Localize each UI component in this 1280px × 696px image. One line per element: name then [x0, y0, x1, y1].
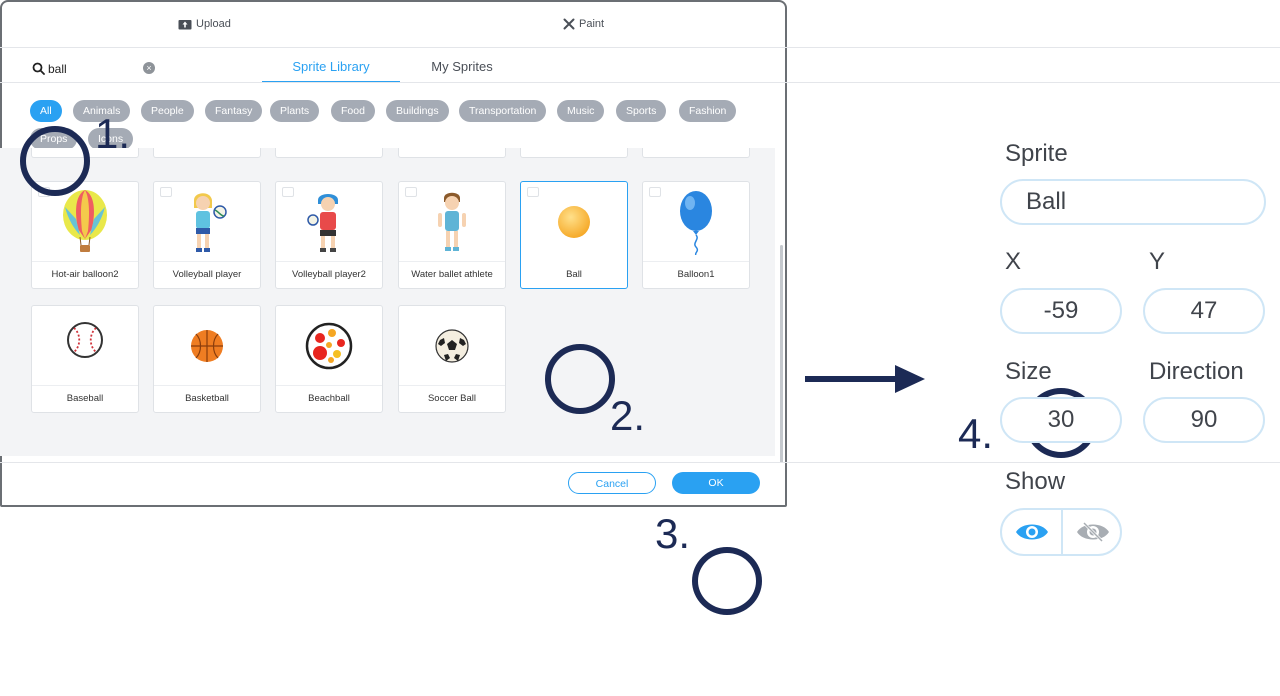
- ball-icon: [558, 206, 590, 238]
- category-all[interactable]: All: [30, 100, 62, 122]
- category-sports[interactable]: Sports: [616, 100, 667, 122]
- sprite-card-hot-air-balloon2[interactable]: Hot-air balloon2: [31, 181, 139, 289]
- clear-search-icon[interactable]: ×: [143, 62, 155, 74]
- upload-label: Upload: [196, 18, 231, 30]
- category-food[interactable]: Food: [331, 100, 375, 122]
- cancel-button[interactable]: Cancel: [568, 472, 656, 494]
- sprite-library-dialog: Upload Paint × Sprite Library My Sprites…: [0, 0, 1280, 507]
- sprite-label: Basketball: [154, 385, 260, 412]
- sprite-card-basketball[interactable]: Basketball: [153, 305, 261, 413]
- search-icon: [32, 62, 45, 75]
- balloon-icon: [680, 191, 712, 255]
- volleyball-player-icon: [194, 193, 227, 252]
- direction-label: Direction: [1149, 358, 1244, 385]
- search-box[interactable]: ×: [28, 57, 158, 81]
- show-visible-button[interactable]: [1002, 510, 1061, 554]
- sprite-label: Ball: [566, 269, 582, 280]
- category-transportation[interactable]: Transportation: [459, 100, 547, 122]
- sprite-card-water-ballet-athlete[interactable]: Water ballet athlete: [398, 181, 506, 289]
- sprite-card-partial[interactable]: [153, 148, 261, 158]
- size-label: Size: [1005, 358, 1052, 385]
- size-field[interactable]: 30: [1000, 397, 1122, 443]
- hot-air-balloon-icon: [63, 190, 107, 252]
- sprite-card-soccer-ball[interactable]: Soccer Ball: [398, 305, 506, 413]
- sprite-card-volleyball-player2[interactable]: Volleyball player2: [275, 181, 383, 289]
- ok-button[interactable]: OK: [672, 472, 760, 494]
- sprite-card-partial[interactable]: [642, 148, 750, 158]
- upload-icon: [178, 20, 192, 30]
- arrow-shaft: [805, 376, 900, 382]
- category-fashion[interactable]: Fashion: [679, 100, 737, 122]
- sprite-card-partial[interactable]: [520, 148, 628, 158]
- sprite-card-partial[interactable]: [275, 148, 383, 158]
- arrow-right-icon: [895, 365, 925, 393]
- annotation-ring-1: [20, 126, 90, 196]
- step-label-2: 2.: [610, 392, 646, 439]
- volleyball-player2-icon: [307, 194, 338, 252]
- search-input[interactable]: [48, 60, 128, 78]
- sprite-card-partial[interactable]: [398, 148, 506, 158]
- annotation-ring-3: [692, 547, 762, 615]
- soccer-ball-icon: [435, 329, 469, 363]
- category-fantasy[interactable]: Fantasy: [205, 100, 263, 122]
- sprite-card-balloon1[interactable]: Balloon1: [642, 181, 750, 289]
- step-label-4: 4.: [958, 410, 994, 457]
- sprite-card-volleyball-player[interactable]: Volleyball player: [153, 181, 261, 289]
- show-hidden-button[interactable]: [1063, 510, 1120, 554]
- category-music[interactable]: Music: [557, 100, 605, 122]
- x-field[interactable]: -59: [1000, 288, 1122, 334]
- divider: [0, 47, 1280, 48]
- category-people[interactable]: People: [141, 100, 194, 122]
- paint-button[interactable]: Paint: [563, 18, 604, 30]
- category-plants[interactable]: Plants: [270, 100, 320, 122]
- beachball-icon: [305, 322, 353, 370]
- sprite-label: Baseball: [32, 385, 138, 412]
- category-buildings[interactable]: Buildings: [386, 100, 449, 122]
- tab-sprite-library[interactable]: Sprite Library: [262, 57, 400, 83]
- eye-hidden-icon: [1076, 521, 1109, 543]
- step-label-1: 1.: [95, 110, 131, 157]
- sprite-card-beachball[interactable]: Beachball: [275, 305, 383, 413]
- sprite-label: Soccer Ball: [399, 385, 505, 412]
- show-label: Show: [1005, 468, 1066, 495]
- baseball-icon: [67, 322, 103, 358]
- scrollbar[interactable]: [780, 245, 783, 463]
- sprite-label: Beachball: [276, 385, 382, 412]
- sprite-grid: Hot-air balloon2 Volleyball player Volle…: [0, 148, 775, 456]
- direction-field[interactable]: 90: [1143, 397, 1265, 443]
- y-label: Y: [1149, 248, 1166, 275]
- sprite-card-ball[interactable]: Ball: [520, 181, 628, 289]
- basketball-icon: [191, 330, 223, 362]
- sprite-label: Water ballet athlete: [399, 261, 505, 288]
- show-toggle-group: [1000, 508, 1122, 556]
- tab-my-sprites[interactable]: My Sprites: [410, 57, 514, 81]
- sprite-label: Hot-air balloon2: [32, 261, 138, 288]
- divider: [0, 82, 1280, 83]
- sprite-card-baseball[interactable]: Baseball: [31, 305, 139, 413]
- sprite-label: Balloon1: [643, 261, 749, 288]
- sprite-label: Volleyball player2: [276, 261, 382, 288]
- step-label-3: 3.: [655, 510, 691, 557]
- y-field[interactable]: 47: [1143, 288, 1265, 334]
- annotation-ring-2: [545, 344, 615, 414]
- x-label: X: [1005, 248, 1022, 275]
- upload-button[interactable]: Upload: [178, 18, 231, 30]
- divider: [0, 462, 1280, 463]
- paint-label: Paint: [579, 18, 605, 30]
- water-ballet-athlete-icon: [438, 192, 466, 251]
- sprite-name-field[interactable]: Ball: [1000, 179, 1266, 225]
- paint-icon: [563, 18, 575, 30]
- eye-icon: [1015, 524, 1048, 540]
- sprite-label-heading: Sprite: [1005, 140, 1068, 167]
- sprite-label: Volleyball player: [154, 261, 260, 288]
